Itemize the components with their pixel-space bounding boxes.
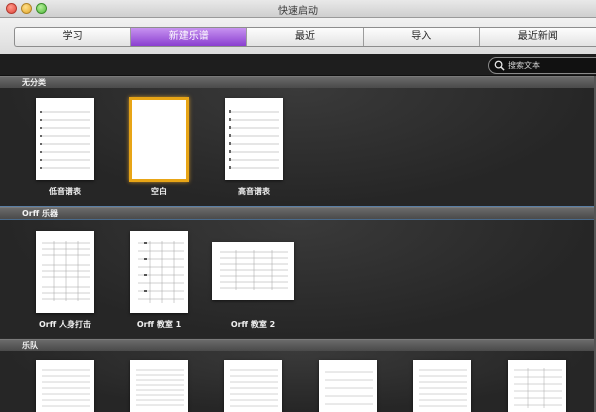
template-thumbnail[interactable] bbox=[36, 360, 94, 412]
search-field[interactable] bbox=[488, 57, 596, 74]
template-label: 空白 bbox=[151, 187, 167, 196]
template-thumbnail[interactable] bbox=[413, 360, 471, 412]
tab-import[interactable]: 导入 bbox=[364, 28, 480, 46]
template-label: 高音谱表 bbox=[238, 187, 270, 196]
tab-latest-news[interactable]: 最近新闻 bbox=[480, 28, 596, 46]
score-grid-graphic bbox=[514, 368, 562, 408]
template-label: Orff 教室 2 bbox=[230, 320, 276, 329]
score-grid-graphic bbox=[138, 241, 184, 303]
score-grid-graphic bbox=[42, 241, 90, 301]
tab-new-score[interactable]: 新建乐谱 bbox=[131, 28, 248, 46]
template-thumbnail[interactable] bbox=[130, 360, 188, 412]
section-orff: Orff 人身打击 Orff 教室 1 Orff 教室 2 bbox=[0, 219, 596, 338]
score-grid-graphic bbox=[136, 369, 184, 406]
score-grid-graphic bbox=[220, 250, 288, 290]
template-thumbnail bbox=[36, 98, 94, 180]
template-thumbnail bbox=[212, 242, 294, 300]
segmented-tabs: 学习 新建乐谱 最近 导入 最近新闻 bbox=[14, 27, 596, 47]
section-band bbox=[0, 351, 596, 412]
template-thumbnail bbox=[130, 231, 188, 313]
section-header-band: 乐队 bbox=[0, 339, 596, 351]
staff-lines-graphic bbox=[40, 111, 90, 169]
section-header-orff: Orff 乐器 bbox=[0, 207, 596, 219]
template-thumbnail bbox=[225, 98, 283, 180]
template-thumbnail[interactable] bbox=[319, 360, 377, 412]
score-grid-graphic bbox=[42, 369, 90, 407]
template-thumbnail-selected bbox=[129, 97, 189, 182]
section-header-uncategorized: 无分类 bbox=[0, 76, 596, 88]
search-input[interactable] bbox=[508, 59, 592, 72]
score-grid-graphic bbox=[230, 369, 278, 407]
window-titlebar: 快速启动 bbox=[0, 0, 596, 18]
template-thumbnail bbox=[36, 231, 94, 313]
score-grid-graphic bbox=[325, 371, 373, 405]
tab-recent[interactable]: 最近 bbox=[247, 28, 364, 46]
score-grid-graphic bbox=[419, 369, 467, 407]
window-title: 快速启动 bbox=[278, 6, 318, 17]
staff-lines-graphic bbox=[229, 110, 279, 169]
tab-strip: 学习 新建乐谱 最近 导入 最近新闻 bbox=[0, 18, 596, 54]
search-bar bbox=[0, 54, 596, 76]
search-icon bbox=[494, 60, 505, 71]
section-uncategorized: 低音谱表 空白 高音谱表 bbox=[0, 88, 596, 206]
template-thumbnail[interactable] bbox=[224, 360, 282, 412]
tab-learn[interactable]: 学习 bbox=[15, 28, 132, 46]
template-thumbnail[interactable] bbox=[508, 360, 566, 412]
